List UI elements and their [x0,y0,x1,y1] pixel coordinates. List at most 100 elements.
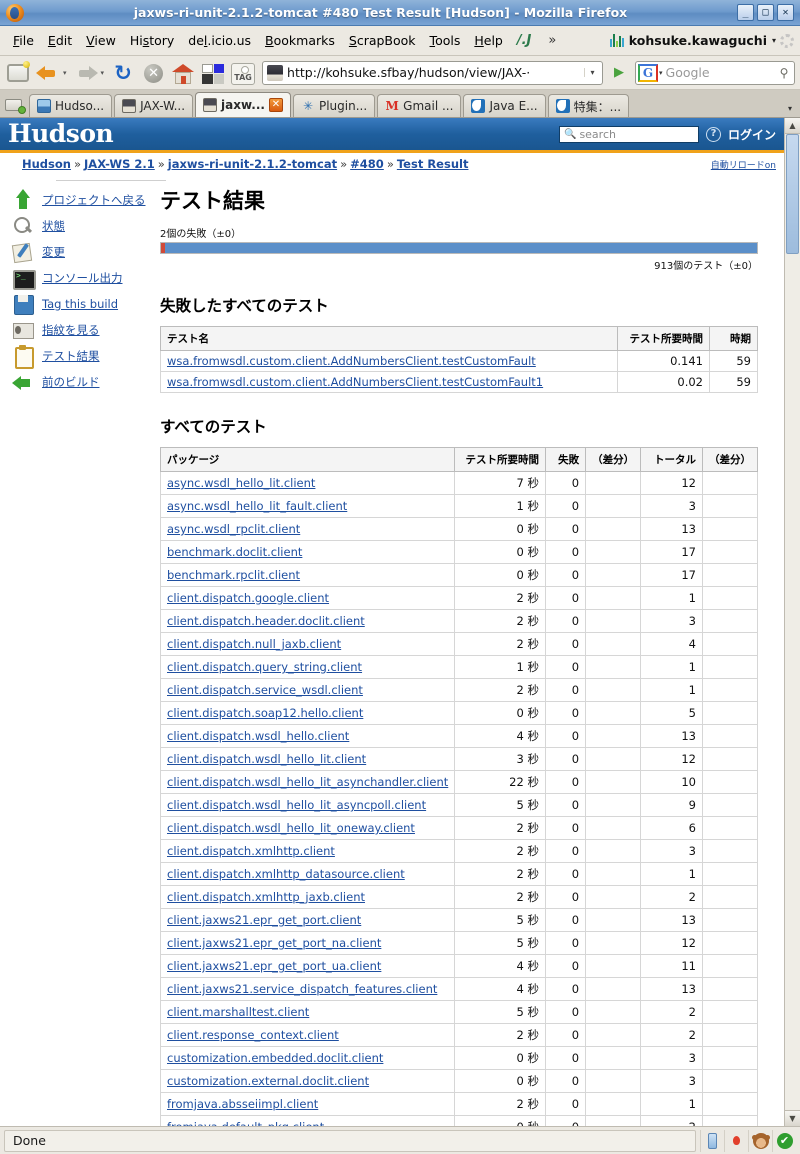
url-input[interactable]: http://kohsuke.sfbay/hudson/view/JAX-· [287,65,584,80]
monkey-icon[interactable] [748,1129,772,1152]
column-header-test-name[interactable]: テスト名 [160,326,618,351]
login-link[interactable]: ログイン [728,126,776,143]
package-link[interactable]: client.response_context.client [167,1028,339,1042]
package-link[interactable]: async.wsdl_rpclit.client [167,522,300,536]
new-tab-button[interactable] [5,60,31,86]
package-link[interactable]: fromjava.absseiimpl.client [167,1097,318,1111]
package-link[interactable]: client.jaxws21.service_dispatch_features… [167,982,437,996]
cell-package[interactable]: client.jaxws21.epr_get_port_na.client [159,931,456,955]
package-link[interactable]: benchmark.doclit.client [167,545,302,559]
tab-plugin[interactable]: ✳ Plugin... [292,94,376,117]
tab-java-ee[interactable]: Java E... [463,94,546,117]
cell-package[interactable]: client.jaxws21.epr_get_port.client [159,908,456,932]
table-row[interactable]: async.wsdl_hello_lit.client 7 秒 0 12 [159,471,759,495]
table-row[interactable]: client.jaxws21.epr_get_port_ua.client 4 秒… [159,954,759,978]
package-link[interactable]: client.jaxws21.epr_get_port_ua.client [167,959,381,973]
cell-package[interactable]: client.dispatch.wsdl_hello.client [159,724,456,748]
table-row[interactable]: client.jaxws21.epr_get_port.client 5 秒 0 13 [159,908,759,932]
column-header-duration[interactable]: テスト所要時間 [454,447,546,472]
cell-package[interactable]: client.dispatch.wsdl_hello_lit_asyncpoll… [159,793,456,817]
url-bar[interactable]: http://kohsuke.sfbay/hudson/view/JAX-· ▾ [262,60,603,85]
search-engine-caret-icon[interactable]: ▾ [659,69,663,77]
table-row[interactable]: client.dispatch.soap12.hello.client 0 秒0 5 [159,701,759,725]
table-row[interactable]: async.wsdl_hello_lit_fault.client 1 秒0 3 [159,494,759,518]
package-link[interactable]: client.dispatch.wsdl_hello_lit_oneway.cl… [167,821,415,835]
column-header-total-diff[interactable]: （差分） [701,447,759,472]
column-header-duration[interactable]: テスト所要時間 [617,326,710,351]
package-link[interactable]: customization.embedded.doclit.client [167,1051,383,1065]
scrollbar-track[interactable] [785,134,800,1110]
package-link[interactable]: client.dispatch.google.client [167,591,329,605]
reload-button[interactable]: ↻ [110,60,136,86]
cell-test-name[interactable]: wsa.fromwsdl.custom.client.AddNumbersCli… [160,350,618,372]
package-link[interactable]: customization.external.doclit.client [167,1074,369,1088]
tab-jaxws-active[interactable]: jaxw... ✕ [195,92,291,117]
table-row[interactable]: client.dispatch.xmlhttp_datasource.clien… [159,862,759,886]
tab-gmail[interactable]: M Gmail ... [377,94,462,117]
package-link[interactable]: client.dispatch.wsdl_hello_lit_asynchand… [167,775,448,789]
sidebar-item-status[interactable]: 状態 [12,213,160,239]
breadcrumb-item-build[interactable]: #480 [350,157,384,171]
cell-package[interactable]: client.dispatch.google.client [159,586,456,610]
tab-close-icon[interactable]: ✕ [268,98,283,112]
table-row[interactable]: fromjava.default_pkg.client 0 秒0 2 [159,1115,759,1126]
forward-dropdown-caret[interactable]: ▾ [101,69,105,77]
cell-package[interactable]: fromjava.default_pkg.client [159,1115,456,1126]
package-link[interactable]: client.dispatch.query_string.client [167,660,362,674]
package-link[interactable]: async.wsdl_hello_lit_fault.client [167,499,347,513]
cell-package[interactable]: client.dispatch.wsdl_hello_lit_oneway.cl… [159,816,456,840]
menu-delicious[interactable]: del.icio.us [181,31,258,50]
table-row[interactable]: client.jaxws21.epr_get_port_na.client 5 秒… [159,931,759,955]
help-icon[interactable]: ? [705,126,721,142]
sidebar-item-tag-this-build[interactable]: Tag this build [12,291,160,317]
status-indicator-red[interactable] [724,1129,748,1152]
cell-package[interactable]: client.dispatch.xmlhttp_datasource.clien… [159,862,456,886]
cell-package[interactable]: benchmark.rpclit.client [159,563,456,587]
package-link[interactable]: client.dispatch.xmlhttp_jaxb.client [167,890,365,904]
table-row[interactable]: client.dispatch.null_jaxb.client 2 秒0 4 [159,632,759,656]
cell-package[interactable]: client.marshalltest.client [159,1000,456,1024]
tab-hudson[interactable]: Hudso... [29,94,113,117]
user-menu[interactable]: kohsuke.kawaguchi ▾ [609,33,780,48]
table-row[interactable]: client.dispatch.wsdl_hello_lit_asyncpoll… [159,793,759,817]
cell-package[interactable]: client.jaxws21.service_dispatch_features… [159,977,456,1001]
menu-view[interactable]: View [79,31,123,50]
cell-test-name[interactable]: wsa.fromwsdl.custom.client.AddNumbersCli… [160,371,618,393]
cell-package[interactable]: async.wsdl_hello_lit.client [159,471,456,495]
table-row[interactable]: fromjava.absseiimpl.client 2 秒0 1 [159,1092,759,1116]
package-link[interactable]: client.dispatch.xmlhttp.client [167,844,335,858]
package-link[interactable]: async.wsdl_hello_lit.client [167,476,315,490]
cell-package[interactable]: client.dispatch.query_string.client [159,655,456,679]
table-row[interactable]: client.marshalltest.client 5 秒0 2 [159,1000,759,1024]
table-row[interactable]: client.dispatch.service_wsdl.client 2 秒0 1 [159,678,759,702]
cell-package[interactable]: client.dispatch.xmlhttp.client [159,839,456,863]
cell-package[interactable]: client.dispatch.wsdl_hello_lit_asynchand… [159,770,456,794]
cell-package[interactable]: client.dispatch.header.doclit.client [159,609,456,633]
maximize-button[interactable]: □ [757,4,774,21]
menu-history[interactable]: History [123,31,181,50]
package-link[interactable]: fromjava.default_pkg.client [167,1120,324,1126]
table-row[interactable]: benchmark.doclit.client 0 秒 0 17 [159,540,759,564]
package-link[interactable]: client.jaxws21.epr_get_port.client [167,913,361,927]
table-row[interactable]: wsa.fromwsdl.custom.client.AddNumbersCli… [160,371,758,393]
stop-button[interactable]: ✕ [140,60,166,86]
menu-overflow-chevron[interactable]: » [538,31,566,50]
package-link[interactable]: client.dispatch.xmlhttp_datasource.clien… [167,867,405,881]
hudson-logo[interactable]: Hudson [8,119,114,149]
menu-bookmarks[interactable]: Bookmarks [258,31,342,50]
forward-button[interactable] [73,60,99,86]
column-header-total[interactable]: トータル [640,447,703,472]
table-row[interactable]: customization.embedded.doclit.client 0 秒0… [159,1046,759,1070]
menu-scrapbook[interactable]: ScrapBook [342,31,423,50]
page-scrollbar[interactable]: ▲ ▼ [784,118,800,1126]
package-link[interactable]: client.dispatch.soap12.hello.client [167,706,363,720]
table-row[interactable]: client.response_context.client 2 秒0 2 [159,1023,759,1047]
table-row[interactable]: client.dispatch.wsdl_hello_lit_oneway.cl… [159,816,759,840]
url-dropdown-icon[interactable]: ▾ [584,68,600,77]
sidebar-item-fingerprints[interactable]: 指紋を見る [12,317,160,343]
hudson-search-input[interactable]: search [579,128,616,141]
table-row[interactable]: client.dispatch.xmlhttp.client 2 秒0 3 [159,839,759,863]
all-tabs-button[interactable] [3,94,27,116]
tab-jaxws[interactable]: JAX-W... [114,94,194,117]
table-row[interactable]: customization.external.doclit.client 0 秒0… [159,1069,759,1093]
